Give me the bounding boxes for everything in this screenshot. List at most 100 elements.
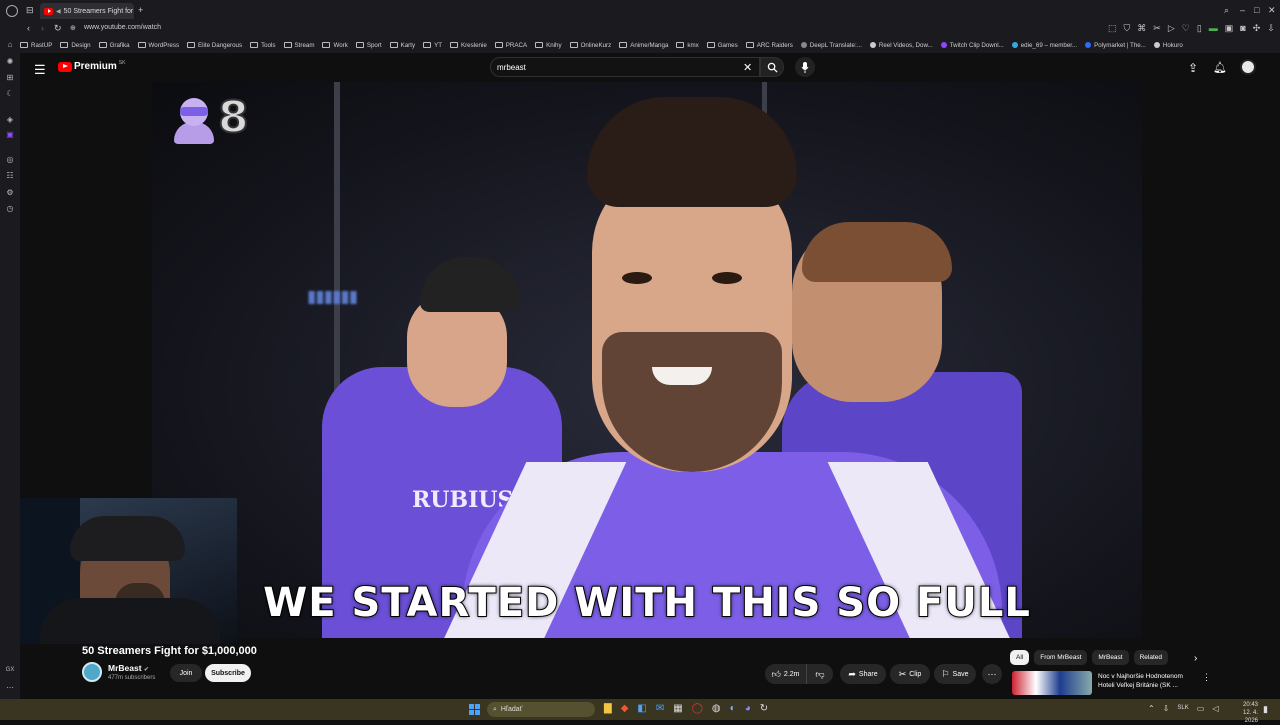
vscode-icon[interactable]: ◧ — [637, 703, 646, 714]
bookmark-item[interactable]: Reel Videos, Dow... — [869, 42, 933, 49]
translate-icon[interactable]: ⌘ — [1137, 24, 1146, 33]
bookmark-item[interactable]: OnlineKurz — [569, 42, 611, 49]
subscribe-button[interactable]: Subscribe — [205, 664, 251, 682]
bookmark-item[interactable]: Elite Dangerous — [187, 42, 242, 49]
bookmark-item[interactable]: edie_69 – member... — [1011, 42, 1077, 49]
tray-chevron-icon[interactable]: ⌃ — [1148, 704, 1155, 713]
bookmark-item[interactable]: RastUP — [20, 42, 52, 49]
taskbar-search-input[interactable]: ⌕ Hľadať — [487, 702, 595, 717]
chip-from-mrbeast[interactable]: From MrBeast — [1034, 650, 1088, 665]
volume-icon[interactable]: ◁ — [1212, 704, 1218, 713]
bookmark-item[interactable]: ARC Raiders — [745, 42, 793, 49]
more-actions-button[interactable]: ⋯ — [982, 664, 1002, 684]
maximize-icon[interactable]: □ — [1254, 6, 1259, 15]
related-video-thumbnail[interactable] — [1012, 671, 1092, 695]
bookmark-item[interactable]: Twitch Clip Downl... — [940, 42, 1004, 49]
save-button[interactable]: ⚐ Save — [934, 664, 976, 684]
shield-icon[interactable]: ⛉ — [1124, 24, 1131, 33]
heart-icon[interactable]: ♡ — [1182, 24, 1190, 33]
more-icon[interactable]: ⋯ — [5, 683, 15, 693]
channel-name[interactable]: MrBeast ✔ — [108, 663, 149, 673]
player-icon[interactable]: ◎ — [5, 155, 15, 165]
discord-taskbar-icon[interactable]: ◕ — [745, 703, 751, 714]
opera-gx-logo-icon[interactable] — [6, 5, 18, 17]
bookmark-item[interactable]: Hokuro — [1153, 42, 1183, 49]
forward-icon[interactable]: › — [41, 24, 44, 33]
calendar-icon[interactable]: ▦ — [673, 703, 682, 714]
camera-icon[interactable]: ◙ — [1240, 24, 1245, 33]
notifications-bell-icon[interactable]: 🔔︎ — [1213, 61, 1227, 74]
browser-tab-active[interactable]: ◀ 50 Streamers Fight for — [40, 3, 134, 19]
dislike-button[interactable]: 👎︎ — [809, 666, 831, 682]
bookmark-item[interactable]: Knihy — [535, 42, 562, 49]
bookmark-item[interactable]: PRACA — [494, 42, 527, 49]
tab-menu-icon[interactable]: ⊟ — [26, 6, 34, 15]
opera-icon[interactable]: ◯ — [692, 703, 703, 714]
bookmark-icon[interactable]: ▯ — [1197, 24, 1202, 33]
back-icon[interactable]: ‹ — [27, 24, 30, 33]
library-icon[interactable]: ☷ — [5, 171, 15, 181]
like-button[interactable]: 👍︎ 2.2m — [765, 664, 807, 684]
youtube-logo[interactable]: Premium SK — [58, 60, 125, 72]
channel-avatar[interactable] — [82, 662, 102, 682]
bookmark-item[interactable]: Design — [60, 42, 91, 49]
clip-button[interactable]: ✂ Clip — [890, 664, 930, 684]
bookmark-item[interactable]: Anime/Manga — [619, 42, 668, 49]
bookmark-item[interactable]: Work — [322, 42, 348, 49]
chips-next-icon[interactable]: › — [1194, 653, 1197, 664]
messenger-icon[interactable]: ☾ — [5, 89, 15, 99]
bookmark-item[interactable]: Polymarket | The... — [1085, 42, 1146, 49]
ai-icon[interactable]: ✺ — [5, 57, 15, 67]
app-icon[interactable]: ↻ — [760, 703, 768, 714]
twitch-icon[interactable]: ▣ — [5, 130, 15, 140]
bookmark-item[interactable]: Tools — [250, 42, 276, 49]
reload-icon[interactable]: ↻ — [54, 24, 62, 33]
chip-all[interactable]: All — [1010, 650, 1030, 665]
puzzle-icon[interactable]: ✣ — [1253, 24, 1261, 33]
extension-icon[interactable]: ⬚ — [1108, 24, 1117, 33]
share-button[interactable]: ➦ Share — [840, 664, 886, 684]
clear-search-icon[interactable]: ✕ — [743, 61, 752, 74]
file-explorer-icon[interactable]: ▇ — [604, 703, 612, 714]
settings-icon[interactable]: ⚙ — [5, 188, 15, 198]
bookmark-item[interactable]: Grafika — [98, 42, 130, 49]
related-more-icon[interactable]: ⋮ — [1202, 672, 1211, 683]
search-input[interactable]: mrbeast ✕ — [490, 57, 760, 77]
battery-icon[interactable]: ▬ — [1209, 24, 1218, 33]
history-icon[interactable]: ◷ — [5, 204, 15, 214]
url-field[interactable]: www.youtube.com/watch — [84, 24, 161, 31]
brave-icon[interactable]: ◆ — [621, 703, 629, 714]
bookmark-item[interactable]: Games — [706, 42, 738, 49]
video-player[interactable]: ▮▮▮▮▮▮ RUBIUS WE STARTED WITH THIS SO FU… — [152, 82, 1142, 638]
bookmark-item[interactable]: Kreslenie — [449, 42, 487, 49]
account-avatar[interactable] — [1240, 59, 1256, 75]
gx-control-label[interactable]: GX — [5, 665, 15, 675]
notification-center-icon[interactable]: ▮ — [1263, 704, 1268, 715]
bookmark-item[interactable]: Stream — [283, 42, 314, 49]
search-tabs-icon[interactable]: ⌕ — [1224, 6, 1229, 15]
home-icon[interactable]: ⌂ — [5, 40, 15, 50]
chip-mrbeast[interactable]: MrBeast — [1092, 650, 1129, 665]
hamburger-menu-icon[interactable]: ☰ — [34, 62, 46, 78]
new-tab-icon[interactable]: + — [138, 6, 143, 15]
discord-icon[interactable]: ◈ — [5, 115, 15, 125]
voice-search-button[interactable] — [795, 57, 815, 77]
windows-start-icon[interactable] — [469, 704, 480, 715]
network-icon[interactable]: ▭ — [1197, 704, 1205, 713]
wallet-icon[interactable]: ▣ — [1225, 24, 1234, 33]
mail-icon[interactable]: ✉ — [656, 703, 664, 714]
bookmark-item[interactable]: Sport — [355, 42, 382, 49]
related-video-title[interactable]: Noc v Najhoršie Hodnotenom Hoteli Veľkej… — [1098, 672, 1183, 690]
keyboard-language[interactable]: SLK — [1177, 705, 1188, 713]
bookmark-item[interactable]: YT — [423, 42, 442, 49]
bookmark-item[interactable]: kmx — [676, 42, 699, 49]
obs-icon[interactable]: ◍ — [712, 703, 721, 714]
bookmark-item[interactable]: WordPress — [137, 42, 179, 49]
bookmark-item[interactable]: Karty — [389, 42, 415, 49]
join-button[interactable]: Join — [170, 664, 202, 682]
bookmark-item[interactable]: DeepL Translate:... — [800, 42, 862, 49]
upload-icon[interactable]: ⇪ — [1188, 61, 1198, 75]
minimize-icon[interactable]: – — [1240, 6, 1245, 15]
close-window-icon[interactable]: ✕ — [1268, 6, 1276, 15]
search-button[interactable] — [760, 57, 784, 77]
